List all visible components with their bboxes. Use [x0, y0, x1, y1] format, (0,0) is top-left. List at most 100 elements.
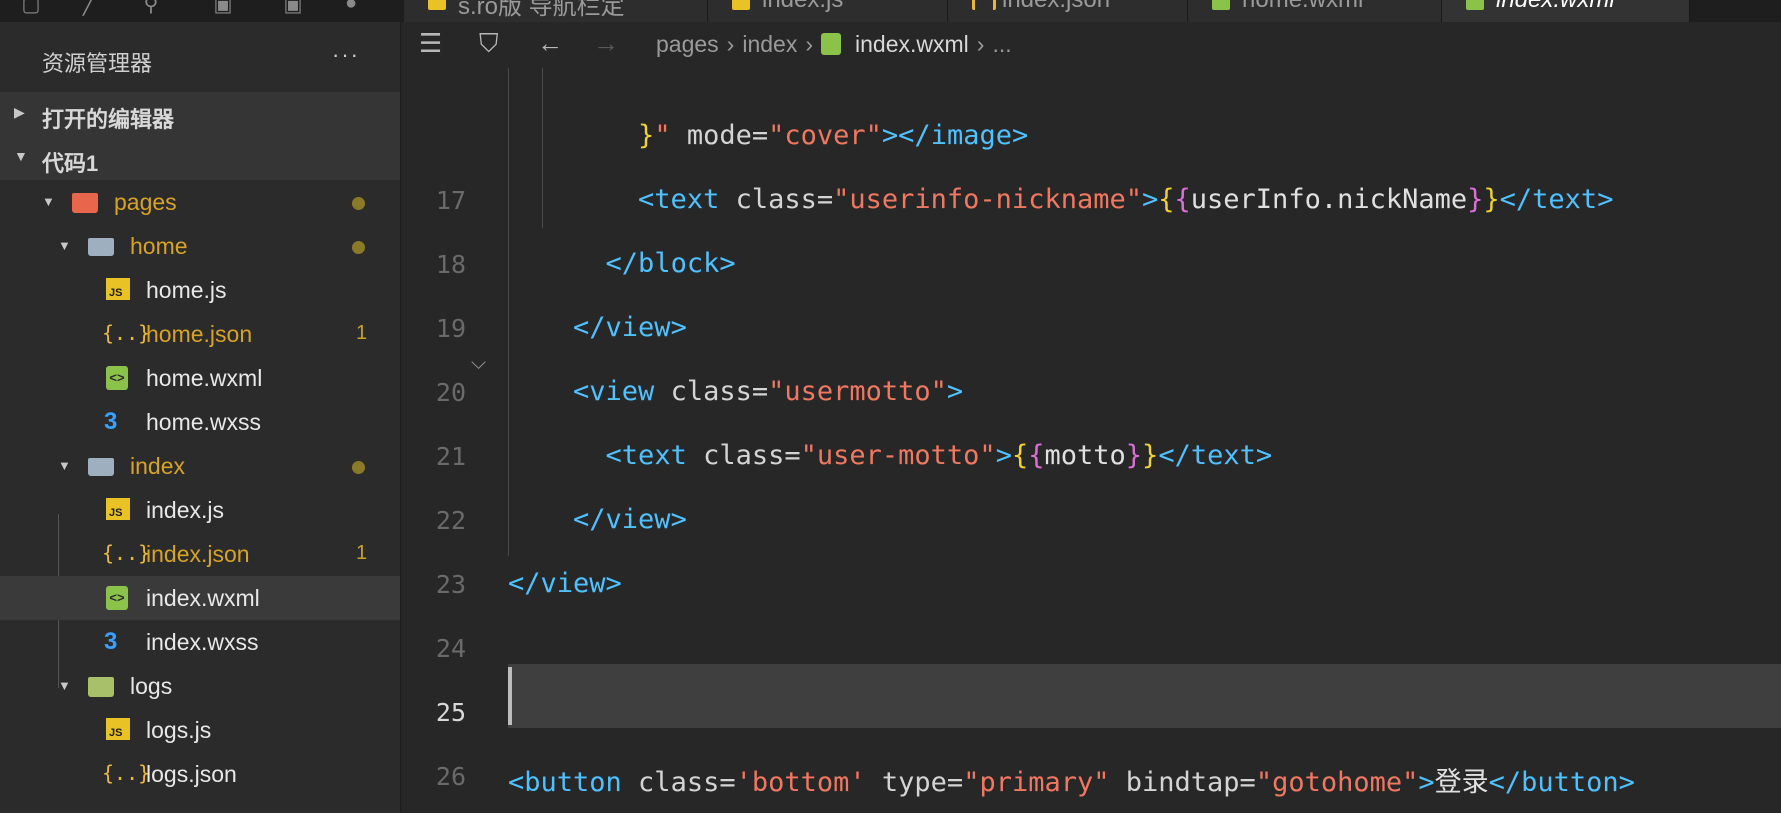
outline-icon[interactable]: ☰: [419, 28, 442, 59]
tree-file-index-json[interactable]: {..} index.json 1: [0, 532, 400, 576]
code-token: </view>: [573, 504, 687, 535]
line-number: 19: [435, 314, 466, 343]
breadcrumb-item[interactable]: index.wxml: [855, 31, 969, 57]
tree-file-home-wxss[interactable]: 3 home.wxss: [0, 400, 400, 444]
code-token: bindtap=: [1109, 767, 1256, 798]
more-actions-button[interactable]: ···: [332, 42, 360, 68]
tree-item-label: index.wxss: [146, 629, 259, 655]
back-arrow-icon[interactable]: ←: [537, 28, 563, 59]
chevron-down-icon: ▼: [58, 458, 71, 473]
wxml-file-icon: [821, 33, 841, 55]
code-line[interactable]: 23 </view>: [401, 554, 1781, 618]
chevron-right-icon: ›: [726, 31, 735, 57]
source-control-icon[interactable]: ⚲: [140, 0, 162, 16]
code-token: 'bottom': [735, 767, 866, 798]
line-number: 21: [435, 442, 466, 471]
wxml-file-icon: [1212, 0, 1230, 10]
section-label: 打开的编辑器: [42, 107, 175, 132]
section-open-editors[interactable]: ▶ 打开的编辑器: [0, 92, 400, 136]
code-editor[interactable]: ☰ ⛉ ← → pages › index › index.wxml ›... ⌵ }" …: [401, 22, 1781, 813]
code-line[interactable]: 18 </block>: [401, 234, 1781, 298]
breadcrumb-item[interactable]: pages: [656, 31, 719, 57]
tab-active[interactable]: index.wxml: [1442, 0, 1690, 22]
line-number: 18: [435, 250, 466, 279]
code-line[interactable]: 17 <text class="userinfo-nickname">{{use…: [401, 170, 1781, 234]
tree-file-index-wxml[interactable]: <> index.wxml: [0, 576, 400, 620]
code-line[interactable]: }" mode="cover"></image>: [401, 106, 1781, 170]
code-line[interactable]: 19 </view>: [401, 298, 1781, 362]
tree-item-label: logs.js: [146, 717, 212, 743]
explorer-title: 资源管理器: [42, 51, 153, 76]
js-file-icon: JS: [106, 718, 130, 740]
code-token: type=: [865, 767, 964, 798]
code-token: class=: [686, 440, 801, 471]
tab-3[interactable]: home.wxml: [1188, 0, 1442, 22]
tab-1[interactable]: index.js: [708, 0, 948, 22]
problem-count-badge: 1: [356, 542, 368, 564]
tab-2[interactable]: index.json: [948, 0, 1188, 22]
code-line[interactable]: 21 <text class="user-motto">{{motto}}</t…: [401, 426, 1781, 490]
code-text: </view>: [508, 568, 622, 599]
tree-file-home-js[interactable]: JS home.js: [0, 268, 400, 312]
files-icon[interactable]: ▢: [20, 0, 42, 16]
tree-file-logs-js[interactable]: JS logs.js: [0, 708, 400, 752]
code-token: </button>: [1488, 767, 1635, 798]
code-text: <view class="usermotto">: [508, 376, 963, 407]
tree-folder-index[interactable]: ▼ index: [0, 444, 400, 488]
bookmark-icon[interactable]: ⛉: [479, 28, 499, 60]
code-token: {: [1158, 184, 1175, 215]
extensions-icon[interactable]: ▣: [212, 0, 234, 16]
chevron-down-icon: ▼: [58, 678, 71, 693]
code-line[interactable]: 26 <button class='bottom' type="primary" …: [401, 746, 1781, 810]
code-line[interactable]: 20 <view class="usermotto">: [401, 362, 1781, 426]
edit-icon[interactable]: ╱: [78, 0, 100, 16]
modified-dot-icon: [352, 461, 365, 474]
forward-arrow-icon[interactable]: →: [593, 28, 619, 59]
code-text: </view>: [508, 312, 687, 343]
tree-file-home-json[interactable]: {..} home.json 1: [0, 312, 400, 356]
breadcrumb-item[interactable]: index: [742, 31, 797, 57]
problem-count-badge: 1: [356, 322, 368, 344]
code-token: class=: [621, 767, 736, 798]
tree-item-label: home.wxml: [146, 365, 263, 391]
tree-item-label: home: [130, 233, 188, 259]
line-number: 24: [435, 634, 466, 663]
settings-icon[interactable]: ●: [340, 0, 362, 14]
tree-file-index-wxss[interactable]: 3 index.wxss: [0, 620, 400, 664]
tree-item-label: index.js: [146, 497, 224, 523]
json-file-icon: {..}: [102, 321, 151, 345]
breadcrumb: pages › index › index.wxml ›...: [656, 31, 1012, 58]
breadcrumb-item[interactable]: ...: [992, 31, 1011, 57]
code-text: <text class="userinfo-nickname">{{userIn…: [508, 184, 1613, 215]
debug-icon[interactable]: ▣: [282, 0, 304, 16]
wxml-file-icon: <>: [106, 366, 128, 390]
code-token: </text>: [1499, 184, 1614, 215]
code-token: >: [1141, 184, 1159, 215]
line-number: 20: [435, 378, 466, 407]
tab-0[interactable]: s.ro版 导航栏定: [404, 0, 708, 22]
section-workspace[interactable]: ▼ 代码1: [0, 136, 400, 180]
tree-item-label: index: [130, 453, 185, 479]
line-number: 22: [435, 506, 466, 535]
wxml-file-icon: <>: [106, 586, 128, 610]
folder-open-icon: [88, 238, 114, 256]
tree-file-home-wxml[interactable]: <> home.wxml: [0, 356, 400, 400]
css-file-icon: 3: [104, 408, 118, 435]
tree-folder-logs[interactable]: ▼ logs: [0, 664, 400, 708]
code-line[interactable]: 22 </view>: [401, 490, 1781, 554]
code-token: }: [638, 120, 655, 151]
tree-folder-home[interactable]: ▼ home: [0, 224, 400, 268]
tree-file-index-js[interactable]: JS index.js: [0, 488, 400, 532]
code-line[interactable]: 25: [401, 682, 1781, 746]
chevron-right-icon: ▶: [14, 104, 25, 120]
tree-folder-pages[interactable]: ▼ pages: [0, 180, 400, 224]
code-token: }: [1142, 440, 1159, 471]
section-label: 代码1: [42, 151, 99, 176]
code-line[interactable]: 24: [401, 618, 1781, 682]
code-token: "gotohome": [1255, 767, 1419, 798]
json-file-icon: [972, 0, 996, 10]
tree-file-logs-json[interactable]: {..} logs.json: [0, 752, 400, 796]
